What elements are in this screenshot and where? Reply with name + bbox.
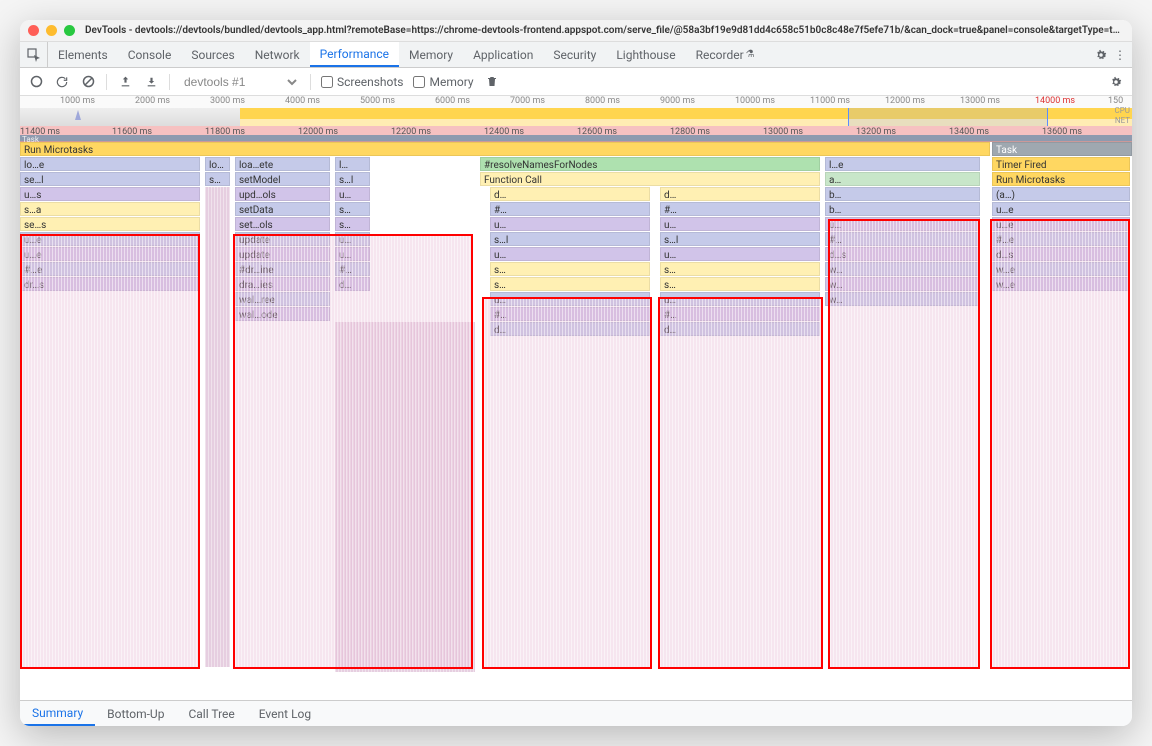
minimize-window-button[interactable] bbox=[46, 25, 57, 36]
highlight-box bbox=[828, 219, 980, 669]
tab-network[interactable]: Network bbox=[245, 42, 310, 67]
frame-bar[interactable]: u… bbox=[490, 247, 650, 261]
deep-stack[interactable] bbox=[205, 187, 230, 667]
frame-bar[interactable]: b… bbox=[825, 187, 980, 201]
frame-bar[interactable]: d… bbox=[490, 187, 650, 201]
frame-bar[interactable]: u… bbox=[490, 217, 650, 231]
frame-bar[interactable]: upd…ols bbox=[235, 187, 330, 201]
frame-bar[interactable]: s… bbox=[490, 277, 650, 291]
tab-event-log[interactable]: Event Log bbox=[247, 701, 323, 726]
frame-bar[interactable]: u… bbox=[660, 247, 820, 261]
frame-bar[interactable]: loa…ete bbox=[235, 157, 330, 171]
frame-resolve-names[interactable]: #resolveNamesForNodes bbox=[480, 157, 820, 171]
frame-bar[interactable]: s… bbox=[660, 277, 820, 291]
frame-bar[interactable]: u…s bbox=[20, 187, 200, 201]
reload-record-button[interactable] bbox=[54, 74, 70, 90]
timeline-overview[interactable]: 1000 ms 2000 ms 3000 ms 4000 ms 5000 ms … bbox=[20, 96, 1132, 126]
frame-bar[interactable]: (a…) bbox=[992, 187, 1130, 201]
frame-bar[interactable]: u… bbox=[660, 217, 820, 231]
highlight-box bbox=[990, 219, 1130, 669]
frame-task[interactable]: Task bbox=[992, 142, 1132, 156]
frame-bar[interactable]: set…ols bbox=[235, 217, 330, 231]
frame-bar[interactable]: u… bbox=[335, 187, 370, 201]
frame-bar[interactable]: s… bbox=[490, 262, 650, 276]
frame-bar[interactable]: s…l bbox=[490, 232, 650, 246]
frame-bar[interactable]: se…l bbox=[205, 172, 230, 186]
download-button[interactable] bbox=[143, 74, 159, 90]
tab-recorder[interactable]: Recorder⚗ bbox=[686, 42, 765, 67]
garbage-collect-button[interactable] bbox=[484, 74, 500, 90]
clear-button[interactable] bbox=[80, 74, 96, 90]
tab-performance[interactable]: Performance bbox=[310, 42, 399, 67]
devtools-window: DevTools - devtools://devtools/bundled/d… bbox=[20, 20, 1132, 726]
frame-bar[interactable]: #… bbox=[660, 202, 820, 216]
frame-bar[interactable]: s… bbox=[335, 202, 370, 216]
frame-bar[interactable]: setModel bbox=[235, 172, 330, 186]
panel-tabs: Elements Console Sources Network Perform… bbox=[20, 42, 1132, 68]
frame-function-call[interactable]: Function Call bbox=[480, 172, 820, 186]
memory-checkbox[interactable]: Memory bbox=[413, 75, 473, 89]
inspect-element-button[interactable] bbox=[20, 42, 48, 67]
tab-call-tree[interactable]: Call Tree bbox=[176, 701, 246, 726]
details-tabs: Summary Bottom-Up Call Tree Event Log bbox=[20, 700, 1132, 726]
frame-bar[interactable]: a… bbox=[825, 172, 980, 186]
frame-bar[interactable]: d… bbox=[660, 187, 820, 201]
highlight-box bbox=[20, 234, 200, 669]
flask-icon: ⚗ bbox=[746, 49, 755, 60]
tab-bottom-up[interactable]: Bottom-Up bbox=[95, 701, 176, 726]
tab-security[interactable]: Security bbox=[543, 42, 606, 67]
profile-selector[interactable]: devtools #1 bbox=[180, 74, 300, 90]
frame-bar[interactable]: se…s bbox=[20, 217, 200, 231]
frame-bar[interactable]: s…l bbox=[335, 172, 370, 186]
highlight-box bbox=[658, 297, 823, 669]
frame-bar[interactable]: b… bbox=[825, 202, 980, 216]
frame-bar[interactable]: l… bbox=[335, 157, 370, 171]
tab-memory[interactable]: Memory bbox=[399, 42, 463, 67]
frame-run-microtasks[interactable]: Run Microtasks bbox=[20, 142, 990, 156]
frame-bar[interactable]: setData bbox=[235, 202, 330, 216]
frame-bar[interactable]: lo…e bbox=[205, 157, 230, 171]
highlight-box bbox=[482, 297, 652, 669]
tab-console[interactable]: Console bbox=[118, 42, 182, 67]
frame-timer-fired[interactable]: Timer Fired bbox=[992, 157, 1130, 171]
flame-ruler[interactable]: 11400 ms 11600 ms 11800 ms 12000 ms 1220… bbox=[20, 126, 1132, 142]
window-title: DevTools - devtools://devtools/bundled/d… bbox=[85, 25, 1124, 36]
settings-icon[interactable] bbox=[1094, 48, 1108, 62]
upload-button[interactable] bbox=[117, 74, 133, 90]
tab-summary[interactable]: Summary bbox=[20, 701, 95, 726]
traffic-lights bbox=[28, 25, 75, 36]
tab-application[interactable]: Application bbox=[463, 42, 543, 67]
tab-lighthouse[interactable]: Lighthouse bbox=[606, 42, 685, 67]
capture-settings-button[interactable] bbox=[1108, 74, 1124, 90]
frame-bar[interactable]: l…e bbox=[825, 157, 980, 171]
more-icon[interactable]: ⋮ bbox=[1114, 48, 1126, 62]
frame-bar[interactable]: s… bbox=[660, 262, 820, 276]
close-window-button[interactable] bbox=[28, 25, 39, 36]
screenshots-checkbox[interactable]: Screenshots bbox=[321, 75, 403, 89]
flame-chart[interactable]: Run Microtasks Task lo…e lo…e loa…ete l…… bbox=[20, 142, 1132, 700]
tab-elements[interactable]: Elements bbox=[48, 42, 118, 67]
frame-bar[interactable]: #… bbox=[490, 202, 650, 216]
frame-bar[interactable]: s… bbox=[335, 217, 370, 231]
performance-toolbar: devtools #1 Screenshots Memory bbox=[20, 68, 1132, 96]
record-button[interactable] bbox=[28, 74, 44, 90]
maximize-window-button[interactable] bbox=[64, 25, 75, 36]
tab-sources[interactable]: Sources bbox=[181, 42, 244, 67]
titlebar: DevTools - devtools://devtools/bundled/d… bbox=[20, 20, 1132, 42]
frame-run-microtasks-2[interactable]: Run Microtasks bbox=[992, 172, 1130, 186]
frame-bar[interactable]: s…a bbox=[20, 202, 200, 216]
highlight-box bbox=[233, 234, 473, 669]
frame-bar[interactable]: u…e bbox=[992, 202, 1130, 216]
frame-bar[interactable]: se…l bbox=[20, 172, 200, 186]
frame-bar[interactable]: lo…e bbox=[20, 157, 200, 171]
frame-bar[interactable]: s…l bbox=[660, 232, 820, 246]
